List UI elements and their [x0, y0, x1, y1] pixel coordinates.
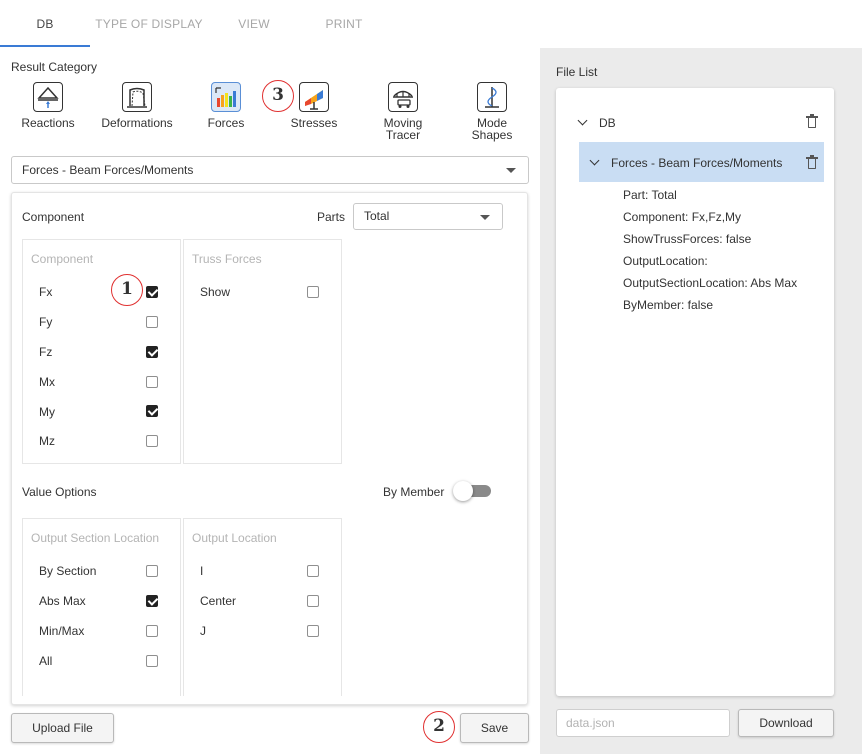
stresses-icon	[299, 82, 329, 112]
detail-output-location: OutputLocation:	[623, 254, 708, 268]
detail-component: Component: Fx,Fz,My	[623, 210, 742, 224]
detail-show-truss-forces: ShowTrussForces: false	[623, 232, 752, 246]
output-location-title: Output Location	[192, 531, 277, 545]
detail-part: Part: Total	[623, 188, 677, 202]
by-member-toggle[interactable]	[453, 481, 491, 501]
tab-db[interactable]: DB	[0, 0, 90, 48]
upload-file-button[interactable]: Upload File	[11, 713, 114, 743]
result-category-title: Result Category	[11, 60, 98, 74]
component-section-title: Component	[22, 210, 85, 224]
location-i-label: I	[200, 564, 204, 578]
category-label: Deformations	[101, 116, 173, 130]
annotation-badge-3: 3	[262, 80, 294, 112]
component-mz-checkbox[interactable]	[146, 435, 158, 447]
file-list-title: File List	[556, 65, 598, 79]
truss-forces-group: Truss Forces	[183, 239, 342, 464]
component-my-label: My	[39, 405, 55, 419]
category-label: Mode Shapes	[471, 116, 513, 142]
by-member-label: By Member	[383, 485, 445, 499]
min-max-checkbox[interactable]	[146, 625, 158, 637]
truss-forces-title: Truss Forces	[192, 252, 262, 266]
trash-icon[interactable]	[806, 155, 818, 169]
category-reactions[interactable]: Reactions	[8, 82, 88, 129]
chevron-down-icon	[480, 214, 490, 220]
category-label: Stresses	[290, 116, 338, 130]
location-center-label: Center	[200, 594, 237, 608]
deformations-icon	[122, 82, 152, 112]
trash-icon[interactable]	[806, 114, 818, 128]
save-button[interactable]: Save	[460, 713, 529, 743]
chevron-down-icon	[506, 168, 516, 173]
result-type-select[interactable]: Forces - Beam Forces/Moments	[11, 156, 529, 184]
category-label: Reactions	[21, 116, 75, 130]
category-forces[interactable]: Forces	[186, 82, 266, 129]
all-label: All	[39, 654, 53, 668]
tab-type-of-display[interactable]: TYPE OF DISPLAY	[90, 0, 208, 48]
category-label: Forces	[207, 116, 245, 130]
category-label: Moving Tracer	[383, 116, 423, 142]
abs-max-checkbox[interactable]	[146, 595, 158, 607]
annotation-badge-1: 1	[111, 274, 143, 306]
min-max-label: Min/Max	[39, 624, 85, 638]
location-i-checkbox[interactable]	[307, 565, 319, 577]
location-j-checkbox[interactable]	[307, 625, 319, 637]
moving-tracer-icon	[388, 82, 418, 112]
component-fz-label: Fz	[39, 345, 53, 359]
component-fy-checkbox[interactable]	[146, 316, 158, 328]
by-section-checkbox[interactable]	[146, 565, 158, 577]
value-options-title: Value Options	[22, 485, 97, 499]
tab-print[interactable]: PRINT	[303, 0, 385, 48]
toggle-knob	[453, 481, 473, 501]
filename-input[interactable]	[556, 709, 730, 737]
component-my-checkbox[interactable]	[146, 405, 158, 417]
component-group-title: Component	[31, 252, 94, 266]
parts-value: Total	[364, 209, 390, 223]
location-center-checkbox[interactable]	[307, 595, 319, 607]
annotation-badge-2: 2	[423, 711, 455, 743]
tree-root-db[interactable]: DB	[599, 116, 616, 130]
active-tab-indicator	[0, 45, 90, 47]
tab-bar: DB TYPE OF DISPLAY VIEW PRINT	[0, 0, 862, 48]
by-section-label: By Section	[39, 564, 97, 578]
component-fz-checkbox[interactable]	[146, 346, 158, 358]
category-deformations[interactable]: Deformations	[97, 82, 177, 129]
tab-view[interactable]: VIEW	[215, 0, 293, 48]
forces-icon	[211, 82, 241, 112]
all-checkbox[interactable]	[146, 655, 158, 667]
parts-label: Parts	[317, 210, 346, 224]
detail-output-section-location: OutputSectionLocation: Abs Max	[623, 276, 798, 290]
tree-entry-label[interactable]: Forces - Beam Forces/Moments	[611, 156, 782, 170]
component-fy-label: Fy	[39, 315, 53, 329]
download-button[interactable]: Download	[738, 709, 834, 737]
mode-shapes-icon	[477, 82, 507, 112]
truss-show-checkbox[interactable]	[307, 286, 319, 298]
component-mz-label: Mz	[39, 434, 55, 448]
category-mode-shapes[interactable]: Mode Shapes	[452, 82, 532, 141]
truss-show-label: Show	[200, 285, 231, 299]
abs-max-label: Abs Max	[39, 594, 86, 608]
detail-by-member: ByMember: false	[623, 298, 714, 312]
parts-select[interactable]: Total	[353, 203, 503, 230]
location-j-label: J	[200, 624, 206, 638]
component-fx-checkbox[interactable]	[146, 286, 158, 298]
result-type-value: Forces - Beam Forces/Moments	[22, 163, 194, 177]
component-fx-label: Fx	[39, 285, 53, 299]
component-mx-checkbox[interactable]	[146, 376, 158, 388]
category-moving-tracer[interactable]: Moving Tracer	[363, 82, 443, 141]
component-mx-label: Mx	[39, 375, 55, 389]
output-section-location-title: Output Section Location	[31, 531, 160, 545]
reactions-icon	[33, 82, 63, 112]
